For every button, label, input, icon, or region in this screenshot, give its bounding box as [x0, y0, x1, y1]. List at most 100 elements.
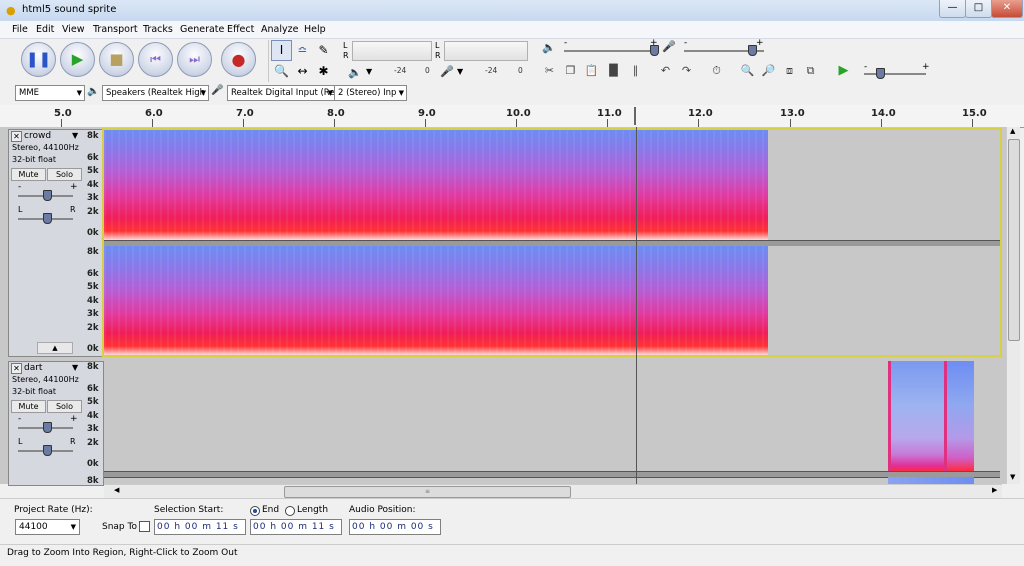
channels-select[interactable]: 2 (Stereo) Inp ▼	[334, 85, 407, 101]
end-radio[interactable]	[250, 506, 260, 516]
scale-label: 8k	[87, 476, 99, 486]
selection-end-field[interactable]: 00 h 00 m 11 s	[250, 519, 342, 535]
timeshift-tool[interactable]: ↔	[292, 61, 313, 82]
skip-start-button[interactable]: ⏮	[138, 42, 173, 77]
menu-edit[interactable]: Edit	[36, 24, 54, 35]
menu-analyze[interactable]: Analyze	[261, 24, 298, 35]
skip-end-button[interactable]: ⏭	[177, 42, 212, 77]
pan-slider[interactable]	[43, 445, 52, 456]
track-name[interactable]: crowd	[24, 131, 51, 141]
play-at-speed-icon[interactable]: ▶	[834, 62, 853, 80]
multi-tool[interactable]: ✱	[313, 61, 334, 82]
ruler-tick	[607, 119, 608, 127]
ruler-label: 10.0	[506, 108, 531, 119]
stop-button[interactable]: ■	[99, 42, 134, 77]
draw-tool[interactable]: ✎	[313, 40, 334, 61]
play-meter-dropdown[interactable]: ▼	[366, 67, 372, 76]
snap-to-checkbox[interactable]	[139, 521, 150, 532]
undo-icon[interactable]: ↶	[656, 62, 675, 80]
zoom-tool[interactable]: 🔍	[271, 61, 292, 82]
play-head-marker[interactable]	[634, 107, 636, 125]
fit-project-icon[interactable]: ⧉	[801, 62, 820, 80]
mute-button[interactable]: Mute	[11, 400, 46, 413]
gain-slider[interactable]	[43, 190, 52, 201]
menu-help[interactable]: Help	[304, 24, 326, 35]
menu-view[interactable]: View	[62, 24, 85, 35]
sync-lock-icon[interactable]: ⏱	[707, 62, 726, 80]
zoom-out-icon[interactable]: 🔎	[759, 62, 778, 80]
speed-track[interactable]	[864, 73, 926, 75]
play-meter[interactable]	[352, 41, 432, 61]
menu-generate[interactable]: Generate	[180, 24, 224, 35]
length-radio[interactable]	[285, 506, 295, 516]
scroll-left-icon[interactable]: ◀	[114, 486, 119, 494]
record-button[interactable]: ●	[221, 42, 256, 77]
audio-position-field[interactable]: 00 h 00 m 00 s	[349, 519, 441, 535]
project-rate-select[interactable]: 44100 ▼	[15, 519, 80, 535]
paste-icon[interactable]: 📋	[582, 62, 601, 80]
vertical-scrollbar[interactable]: ▲ ▼	[1006, 127, 1020, 484]
spectrogram-crowd-right[interactable]	[104, 246, 768, 355]
speed-plus: +	[922, 62, 930, 72]
menu-file[interactable]: File	[12, 24, 28, 35]
timeline-ruler[interactable]: 5.0 6.0 7.0 8.0 9.0 10.0 11.0 12.0 13.0 …	[0, 105, 1024, 128]
collapse-track-button[interactable]: ▲	[37, 342, 73, 354]
host-select[interactable]: MME ▼	[15, 85, 85, 101]
scale-label: 5k	[87, 282, 99, 292]
cut-icon[interactable]: ✂	[540, 62, 559, 80]
vertical-scroll-thumb[interactable]	[1008, 139, 1020, 341]
redo-icon[interactable]: ↷	[677, 62, 696, 80]
menu-tracks[interactable]: Tracks	[143, 24, 173, 35]
dart-channel-2-partial	[888, 477, 974, 484]
scale-label: 8k	[87, 247, 99, 257]
pan-slider[interactable]	[43, 213, 52, 224]
audio-position-value: 00 h 00 m 00 s	[352, 522, 434, 532]
rec-meter-l-label: L	[435, 41, 440, 50]
status-bar: Drag to Zoom Into Region, Right-Click to…	[0, 544, 1024, 565]
frequency-scale: 8k 6k 5k 4k 3k 2k 0k	[84, 131, 102, 239]
title-bar: ● html5 sound sprite — □ ✕	[0, 0, 1024, 22]
play-button[interactable]: ▶	[60, 42, 95, 77]
scroll-right-icon[interactable]: ▶	[992, 486, 997, 494]
gain-slider[interactable]	[43, 422, 52, 433]
pan-l: L	[18, 205, 23, 214]
solo-button[interactable]: Solo	[47, 400, 82, 413]
menu-transport[interactable]: Transport	[93, 24, 138, 35]
selection-start-field[interactable]: 00 h 00 m 11 s	[154, 519, 246, 535]
output-device-select[interactable]: Speakers (Realtek High ▼	[102, 85, 209, 101]
track-name[interactable]: dart	[24, 363, 42, 373]
track-close-button[interactable]: ✕	[11, 131, 22, 142]
end-radio-label: End	[262, 505, 280, 515]
record-meter[interactable]	[444, 41, 528, 61]
rec-meter-dropdown[interactable]: ▼	[457, 67, 463, 76]
trim-icon[interactable]: █	[604, 62, 623, 80]
output-volume-track[interactable]	[564, 50, 656, 52]
output-device-icon: 🔈	[87, 86, 100, 97]
track-menu-chevron-icon[interactable]: ▼	[72, 131, 78, 140]
menu-effect[interactable]: Effect	[227, 24, 254, 35]
track-menu-chevron-icon[interactable]: ▼	[72, 363, 78, 372]
fit-selection-icon[interactable]: ⧈	[780, 62, 799, 80]
speed-thumb[interactable]	[876, 68, 885, 79]
solo-button[interactable]: Solo	[47, 168, 82, 181]
channels-value: 2 (Stereo) Inp	[338, 88, 397, 98]
track-close-button[interactable]: ✕	[11, 363, 22, 374]
spectrogram-dart[interactable]	[104, 361, 1000, 471]
horizontal-scroll-thumb[interactable]: ≡	[284, 486, 571, 498]
zoom-in-icon[interactable]: 🔍	[738, 62, 757, 80]
minimize-button[interactable]: —	[939, 0, 966, 18]
mute-button[interactable]: Mute	[11, 168, 46, 181]
close-button[interactable]: ✕	[991, 0, 1023, 18]
horizontal-scrollbar[interactable]: ◀ ≡ ▶	[104, 484, 1002, 498]
copy-icon[interactable]: ❐	[561, 62, 580, 80]
input-device-select[interactable]: Realtek Digital Input (Re ▼	[227, 85, 336, 101]
scroll-up-icon[interactable]: ▲	[1010, 127, 1015, 135]
scroll-down-icon[interactable]: ▼	[1010, 473, 1015, 481]
silence-icon[interactable]: ∥	[626, 62, 645, 80]
track-bits: 32-bit float	[12, 387, 57, 396]
spectrogram-crowd-left[interactable]	[104, 130, 768, 240]
pause-button[interactable]: ❚❚	[21, 42, 56, 77]
maximize-button[interactable]: □	[965, 0, 992, 18]
selection-tool[interactable]: I	[271, 40, 292, 61]
envelope-tool[interactable]: ≏	[292, 40, 313, 61]
